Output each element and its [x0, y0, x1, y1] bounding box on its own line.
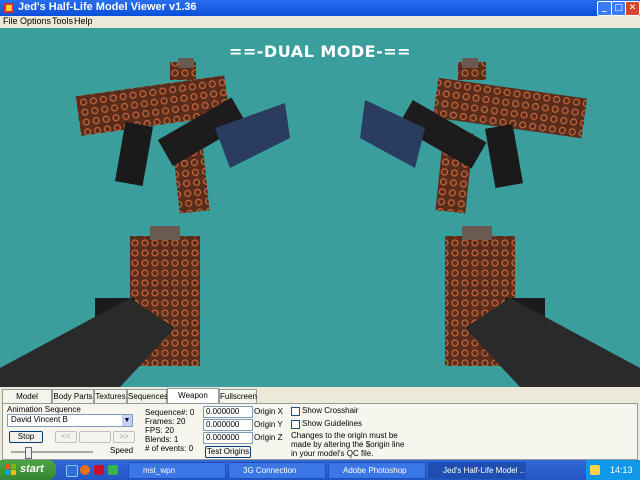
task-adobe-photoshop[interactable]: Adobe Photoshop: [328, 462, 426, 479]
show-guidelines-label: Show Guidelines: [302, 419, 363, 428]
task-jeds-model-viewer[interactable]: Jed's Half-Life Model ...: [428, 462, 526, 479]
window-title: Jed's Half-Life Model Viewer v1.36: [18, 1, 197, 13]
blends-count: Blends: 1: [145, 435, 179, 444]
origin-note-line1: Changes to the origin must be: [291, 431, 398, 440]
origin-note-line3: in your model's QC file.: [291, 449, 374, 458]
fps-value: FPS: 20: [145, 426, 174, 435]
events-count: # of events: 0: [145, 444, 194, 453]
tab-weapon-origin[interactable]: Weapon Origin: [167, 388, 219, 413]
windows-logo-icon: [5, 464, 16, 475]
task-mst-wpn[interactable]: mst_wpn: [128, 462, 226, 479]
origin-z-label: Origin Z: [254, 433, 283, 442]
origin-x-label: Origin X: [254, 407, 283, 416]
show-guidelines-checkbox[interactable]: [291, 420, 300, 429]
start-label: start: [20, 463, 44, 475]
show-crosshair-checkbox[interactable]: [291, 407, 300, 416]
test-origins-button[interactable]: Test Origins: [205, 446, 251, 458]
origin-z-input[interactable]: 0.000000: [203, 432, 253, 444]
origin-y-label: Origin Y: [254, 420, 283, 429]
tray-icon[interactable]: [590, 465, 600, 475]
menu-options[interactable]: Options: [20, 16, 51, 26]
origin-note-line2: made by altering the $origin line: [291, 440, 405, 449]
show-crosshair-label: Show Crosshair: [302, 406, 359, 415]
frames-count: Frames: 20: [145, 417, 186, 426]
title-bar: Jed's Half-Life Model Viewer v1.36 _ □ ✕: [0, 0, 640, 16]
taskbar: start mst_wpn 3G Connection Adobe Photos…: [0, 460, 640, 480]
gun-bottom-right: [445, 226, 640, 387]
minimize-button[interactable]: _: [597, 1, 612, 16]
task-3g-connection[interactable]: 3G Connection: [228, 462, 326, 479]
tab-body-parts[interactable]: Body Parts: [52, 389, 94, 403]
origin-x-input[interactable]: 0.000000: [203, 406, 253, 418]
app-quicklaunch-icon[interactable]: [94, 465, 104, 475]
weapon-models-render: [0, 58, 640, 387]
origin-y-input[interactable]: 0.000000: [203, 419, 253, 431]
animation-sequence-select[interactable]: David Vincent B ▼: [7, 414, 133, 427]
maximize-button[interactable]: □: [611, 1, 626, 16]
tab-sequences[interactable]: Sequences: [127, 389, 168, 403]
ie-icon[interactable]: [66, 465, 78, 477]
menu-bar: File Options Tools Help: [0, 16, 640, 28]
firefox-icon[interactable]: [80, 465, 90, 475]
frame-field[interactable]: [79, 431, 111, 443]
sequence-number: Sequence#: 0: [145, 408, 195, 417]
menu-help[interactable]: Help: [74, 16, 93, 26]
model-viewport[interactable]: ==-DUAL MODE-==: [0, 28, 640, 387]
control-panel: Model Display Body Parts Textures Sequen…: [0, 387, 640, 460]
menu-file[interactable]: File: [3, 16, 18, 26]
quicklaunch-icon[interactable]: [108, 465, 118, 475]
tab-model-display[interactable]: Model Display: [2, 389, 52, 414]
gun-top-right: [360, 58, 588, 214]
speed-slider-thumb[interactable]: [25, 447, 32, 459]
speed-label: Speed: [110, 446, 134, 455]
tab-fullscreen[interactable]: Fullscreen: [219, 389, 257, 403]
clock: 14:13: [610, 465, 633, 475]
start-button[interactable]: start: [0, 460, 56, 480]
gun-bottom-left: [0, 226, 200, 387]
close-button[interactable]: ✕: [625, 1, 640, 16]
animation-sequence-label: Animation Sequence: [7, 405, 81, 414]
prev-frame-button[interactable]: <<: [55, 431, 77, 443]
weapon-origin-tab-body: Animation Sequence David Vincent B ▼ Sto…: [2, 403, 638, 460]
system-tray: 14:13: [586, 460, 640, 480]
speed-slider[interactable]: [11, 447, 93, 459]
chevron-down-icon[interactable]: ▼: [122, 415, 132, 426]
app-icon: [4, 3, 14, 13]
animation-sequence-value: David Vincent B: [11, 415, 68, 424]
menu-tools[interactable]: Tools: [52, 16, 73, 26]
tab-textures[interactable]: Textures: [94, 389, 127, 403]
next-frame-button[interactable]: >>: [113, 431, 135, 443]
gun-top-left: [75, 58, 290, 214]
stop-button[interactable]: Stop: [9, 431, 43, 443]
